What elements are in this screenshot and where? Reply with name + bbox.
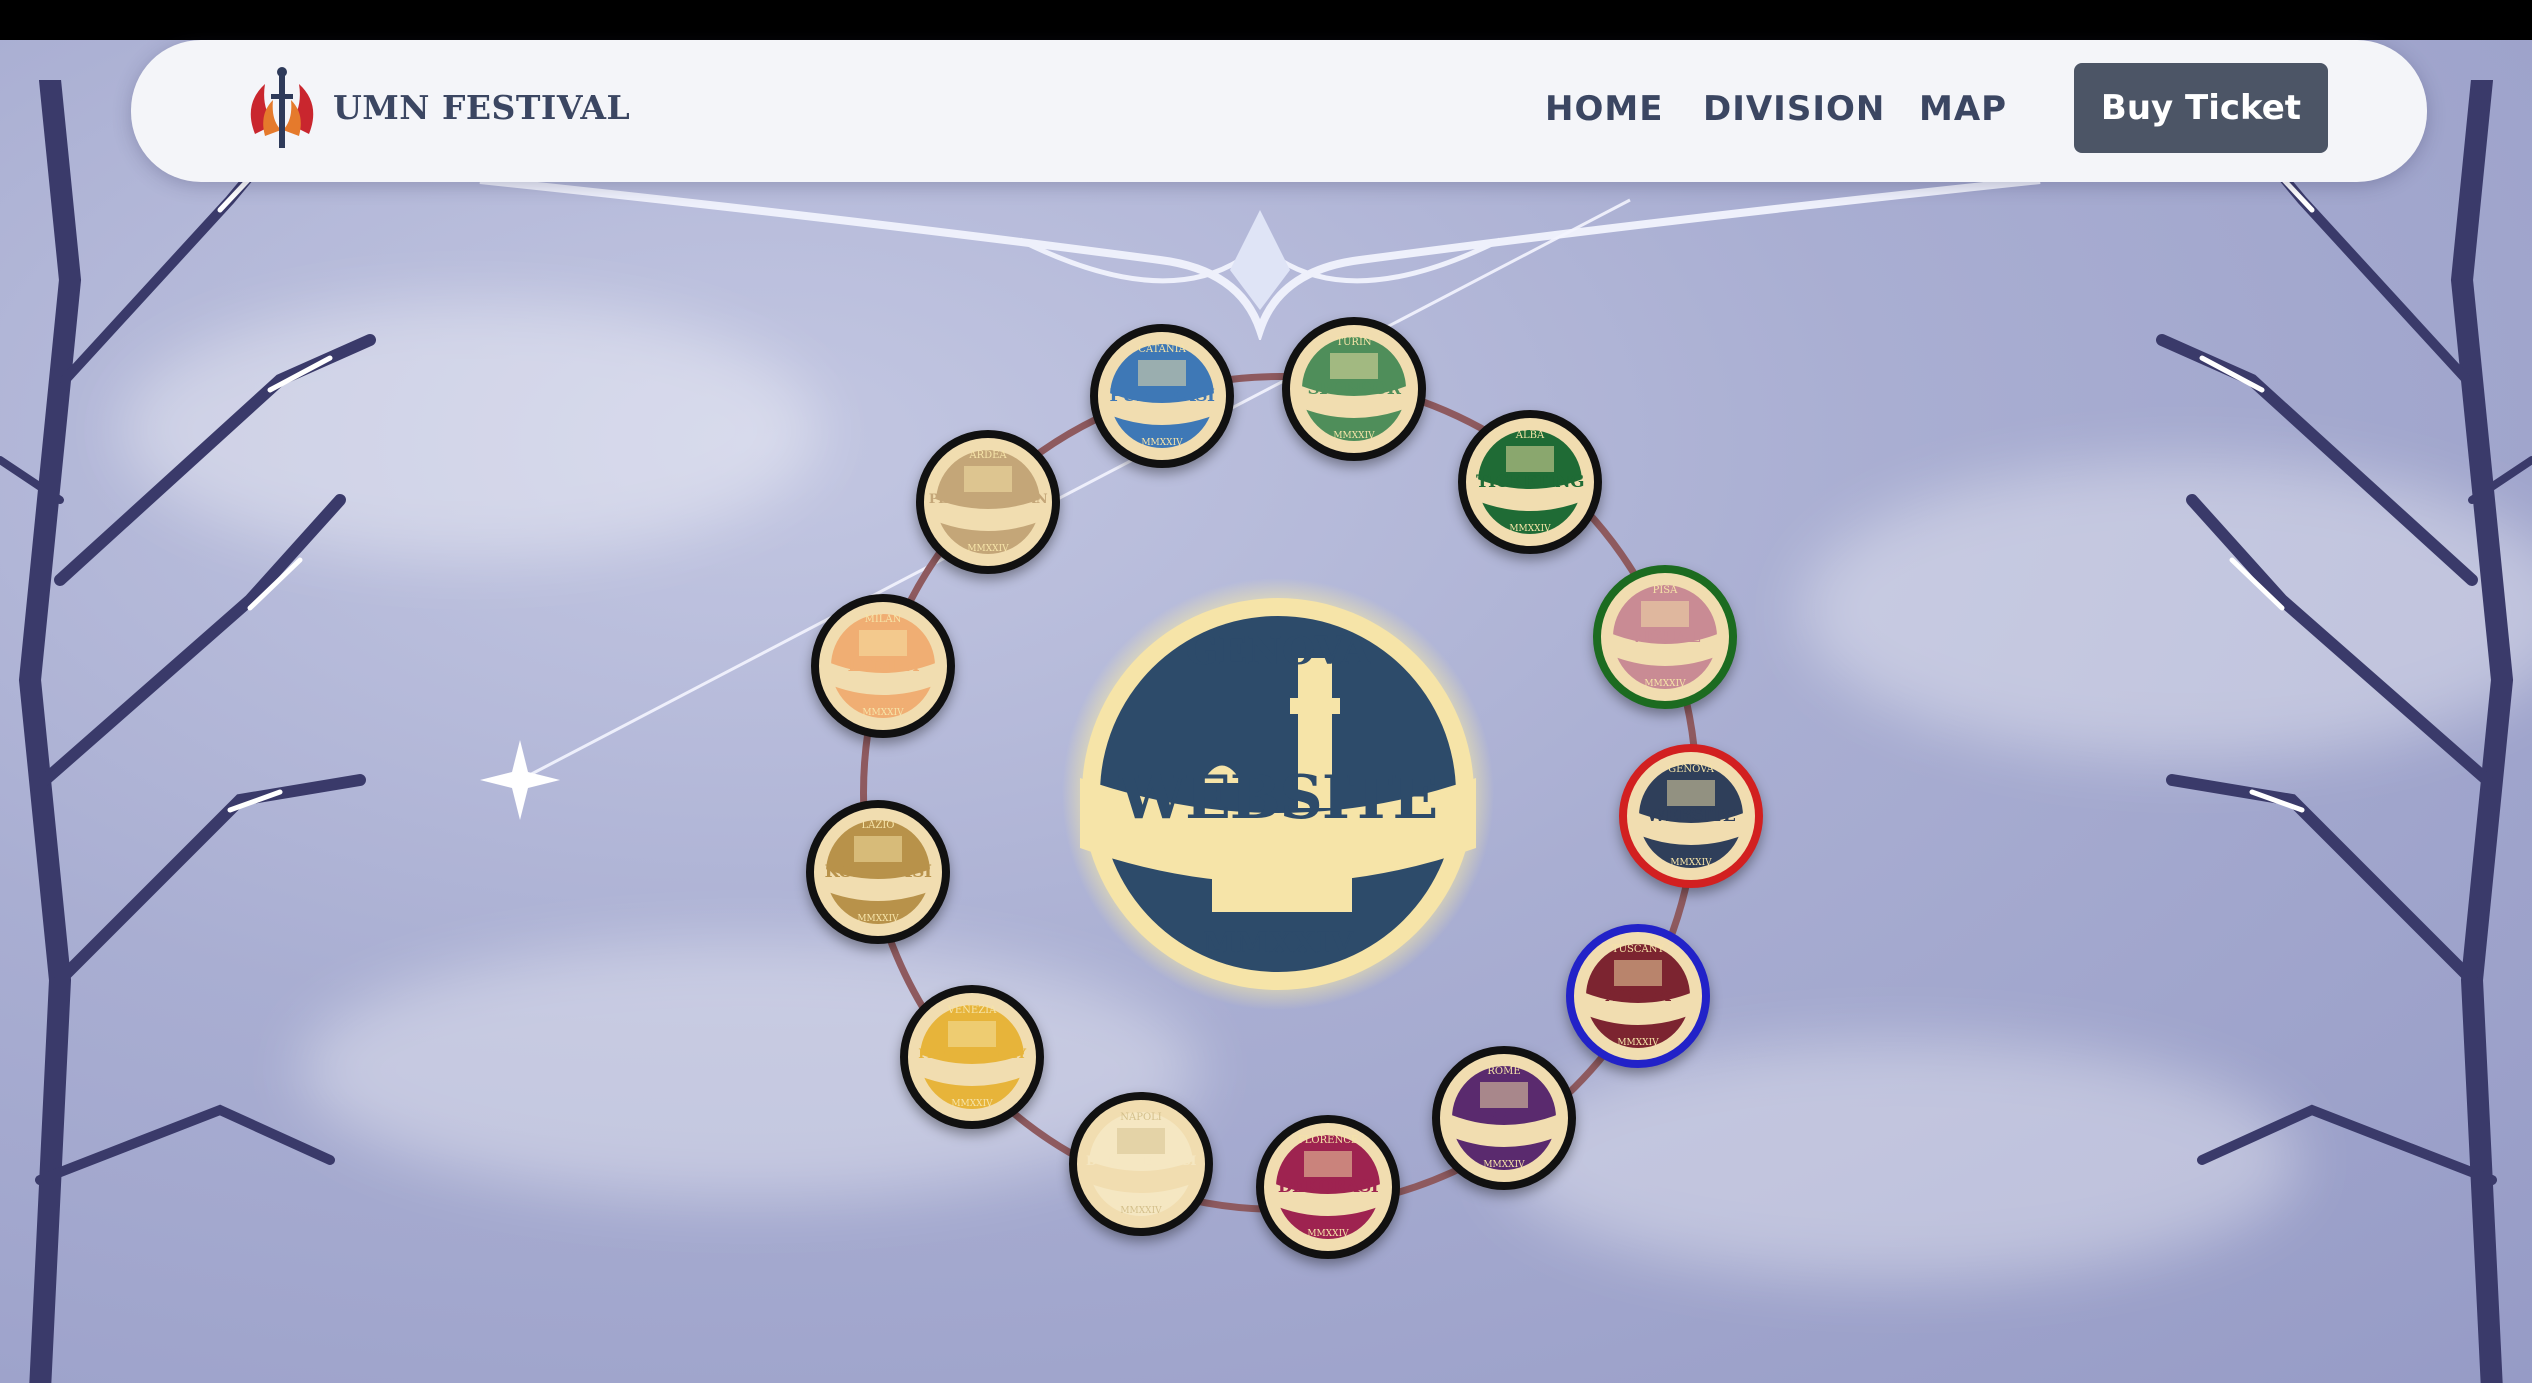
badge-year-label: MMXXIV bbox=[1307, 1229, 1349, 1239]
badge-division-label: BPH bbox=[1483, 1108, 1525, 1128]
badge-division-label: SPONSOR bbox=[1307, 379, 1401, 399]
badge-year-label: MMXXIV bbox=[1120, 1206, 1162, 1216]
featured-city-label: GENOVA bbox=[1185, 628, 1371, 673]
badge-division-label: LOMBA bbox=[847, 656, 919, 676]
left-tree-decoration bbox=[0, 80, 376, 1383]
badge-division-label: WEBSITE bbox=[1646, 806, 1736, 826]
division-badge-perlengkapan[interactable]: ARDEA PERLENGKAPAN MMXXIV bbox=[916, 430, 1060, 574]
division-badge-fresh-money[interactable]: VENEZIA FRESH MONEY MMXXIV bbox=[900, 985, 1044, 1129]
badge-city-label: VENEZIA bbox=[947, 1005, 997, 1016]
badge-year-label: MMXXIV bbox=[1483, 1160, 1525, 1170]
umn-festival-logo-icon bbox=[250, 67, 314, 148]
badge-city-label: LAZIO bbox=[861, 820, 895, 831]
badge-city-label: FLORENCE bbox=[1297, 1135, 1359, 1146]
featured-division-label: WEBSITE bbox=[1118, 763, 1439, 833]
division-badge-konsumsi[interactable]: LAZIO KONSUMSI MMXXIV bbox=[806, 800, 950, 944]
badge-year-label: MMXXIV bbox=[857, 914, 899, 924]
badge-division-label: KONSUMSI bbox=[824, 862, 932, 882]
badge-year-label: MMXXIV bbox=[862, 708, 904, 718]
badge-city-label: ALBA bbox=[1515, 430, 1545, 441]
division-badge-website[interactable]: GENOVA WEBSITE MMXXIV bbox=[1619, 744, 1763, 888]
badge-division-label: FRESH MONEY bbox=[918, 1047, 1026, 1062]
nav-map-link[interactable]: MAP bbox=[1919, 89, 2007, 129]
nav-home-link[interactable]: HOME bbox=[1545, 89, 1663, 129]
badge-year-label: MMXXIV bbox=[1617, 1038, 1659, 1048]
badge-division-label: DOKUMENTASI bbox=[1086, 1154, 1196, 1169]
badge-division-label: ACARA bbox=[1605, 986, 1671, 1006]
badge-city-label: CATANIA bbox=[1138, 344, 1186, 355]
badge-year-label: MMXXIV bbox=[951, 1099, 993, 1109]
badge-city-label: ROME bbox=[1487, 1066, 1521, 1077]
badge-division-label: PUBLIKASI bbox=[1109, 386, 1215, 406]
winter-background: GENOVA WEBSITE MMXXIV CATANIA PUBLIKASI MM… bbox=[0, 40, 2532, 1383]
badge-division-label: DEKORASI bbox=[1277, 1177, 1379, 1197]
division-badge-napoli[interactable]: NAPOLI DOKUMENTASI MMXXIV bbox=[1069, 1092, 1213, 1236]
badge-city-label: PISA bbox=[1652, 585, 1678, 596]
badge-year-label: MMXXIV bbox=[967, 544, 1009, 554]
badge-city-label: ARDEA bbox=[969, 450, 1007, 461]
badge-year-label: MMXXIV bbox=[1333, 431, 1375, 441]
nav-division-link[interactable]: DIVISION bbox=[1703, 89, 1885, 129]
badge-city-label: GENOVA bbox=[1668, 764, 1714, 775]
badge-division-label: PERLENGKAPAN bbox=[928, 492, 1048, 507]
buy-ticket-button[interactable]: Buy Ticket bbox=[2074, 63, 2328, 153]
brand-name[interactable]: UMN FESTIVAL bbox=[333, 88, 630, 127]
right-tree-decoration bbox=[2156, 80, 2532, 1383]
division-badge-acara[interactable]: TUSCANY ACARA MMXXIV bbox=[1566, 924, 1710, 1068]
badge-year-label: MMXXIV bbox=[1670, 858, 1712, 868]
badge-year-label: MMXXIV bbox=[1509, 524, 1551, 534]
division-badge-publikasi[interactable]: CATANIA PUBLIKASI MMXXIV bbox=[1090, 324, 1234, 468]
badge-division-label: TICKETING bbox=[1475, 472, 1585, 492]
badge-city-label: TURIN bbox=[1336, 337, 1372, 348]
badge-city-label: MILAN bbox=[864, 614, 902, 625]
division-badge-visual[interactable]: PISA VISUAL MMXXIV bbox=[1593, 565, 1737, 709]
badge-city-label: NAPOLI bbox=[1120, 1112, 1162, 1123]
badge-year-label: MMXXIV bbox=[1141, 438, 1183, 448]
featured-division-badge: GENOVA WEBSITE MMXXIV bbox=[1062, 578, 1494, 1010]
badge-city-label: TUSCANY bbox=[1611, 944, 1665, 955]
division-badge-sponsor[interactable]: TURIN SPONSOR MMXXIV bbox=[1282, 317, 1426, 461]
badge-year-label: MMXXIV bbox=[1644, 679, 1686, 689]
featured-year-label: MMXXIV bbox=[1202, 926, 1354, 961]
badge-division-label: VISUAL bbox=[1630, 627, 1700, 647]
division-badge-dekorasi[interactable]: FLORENCE DEKORASI MMXXIV bbox=[1256, 1115, 1400, 1259]
division-badge-ticketing[interactable]: ALBA TICKETING MMXXIV bbox=[1458, 410, 1602, 554]
division-badge-bph[interactable]: ROME BPH MMXXIV bbox=[1432, 1046, 1576, 1190]
top-navbar: UMN FESTIVAL HOME DIVISION MAP Buy Ticke… bbox=[131, 40, 2427, 182]
division-badge-lomba[interactable]: MILAN LOMBA MMXXIV bbox=[811, 594, 955, 738]
